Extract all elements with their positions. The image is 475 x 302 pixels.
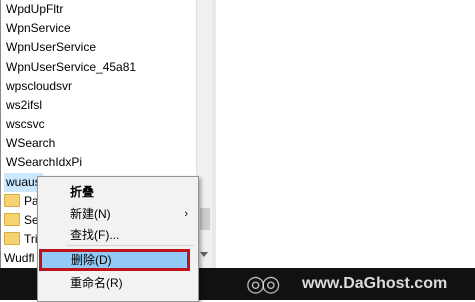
menu-item-label: 查找(F)... — [70, 228, 120, 242]
tree-item-wpnuserservice-45a81[interactable]: WpnUserService_45a81 — [6, 58, 136, 77]
tree-item-wsearch[interactable]: WSearch — [6, 134, 55, 153]
tree-item-wpscloudsvr[interactable]: wpscloudsvr — [6, 77, 72, 96]
menu-item-label: 重命名(R) — [70, 276, 123, 290]
scroll-down-arrow-icon[interactable] — [200, 252, 208, 257]
menu-separator — [66, 245, 194, 246]
menu-item-new[interactable]: 新建(N) › — [38, 203, 198, 225]
menu-item-collapse[interactable]: 折叠 — [38, 181, 198, 203]
menu-item-find[interactable]: 查找(F)... — [38, 224, 198, 246]
menu-item-delete-highlighted[interactable] — [39, 249, 190, 271]
tree-item-ws2ifsl[interactable]: ws2ifsl — [6, 96, 42, 115]
folder-icon — [4, 213, 20, 227]
chevron-right-icon: › — [184, 208, 188, 220]
tree-left-border — [0, 0, 1, 268]
folder-icon — [4, 232, 20, 246]
context-menu: 折叠 新建(N) › 查找(F)... 重命名(R) — [37, 176, 199, 302]
scrollbar-thumb[interactable] — [200, 208, 210, 230]
tree-item-wsearchidxpi[interactable]: WSearchIdxPi — [6, 153, 82, 172]
folder-icon — [4, 194, 20, 208]
values-pane[interactable] — [216, 0, 475, 268]
tree-item-wpnuserservice[interactable]: WpnUserService — [6, 38, 96, 57]
watermark-logo-icon: ◎◎ — [246, 271, 280, 296]
tree-item-wscsvc[interactable]: wscsvc — [6, 115, 45, 134]
tree-item-wpnservice[interactable]: WpnService — [6, 19, 71, 38]
menu-item-delete-label: 删除(D) — [71, 253, 112, 267]
menu-item-label: 新建(N) — [70, 207, 111, 221]
menu-item-label: 折叠 — [70, 185, 95, 199]
tree-item-wpdupfltr[interactable]: WpdUpFltr — [6, 0, 63, 19]
watermark-text: www.DaGhost.com — [302, 275, 448, 292]
menu-item-rename[interactable]: 重命名(R) — [38, 272, 198, 294]
tree-item-wudfpf[interactable]: Wudfl — [4, 249, 34, 268]
